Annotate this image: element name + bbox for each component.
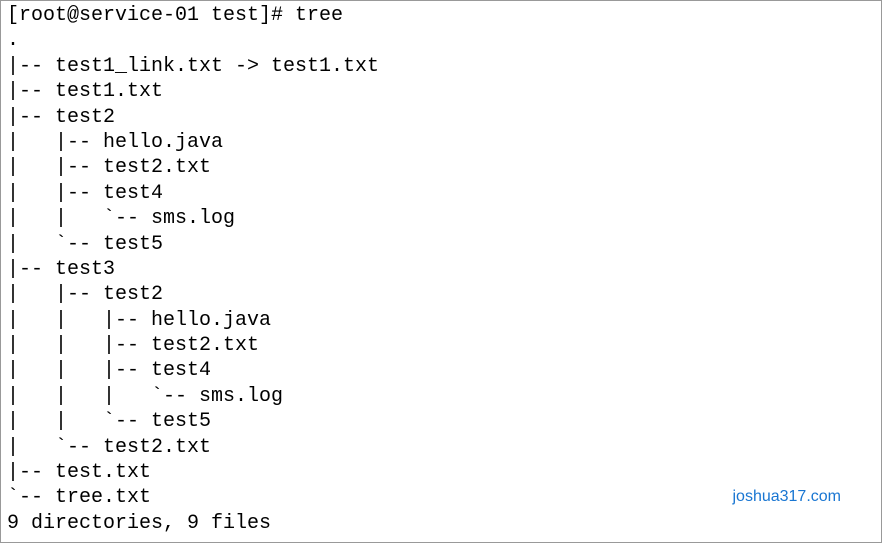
- tree-line: | | `-- test5: [7, 409, 875, 434]
- terminal-prompt: [root@service-01 test]# tree: [7, 3, 875, 28]
- watermark: joshua317.com: [732, 487, 841, 507]
- tree-line: |-- test2: [7, 105, 875, 130]
- tree-line: | `-- test5: [7, 232, 875, 257]
- tree-line: | | `-- sms.log: [7, 206, 875, 231]
- tree-line: | `-- test2.txt: [7, 435, 875, 460]
- tree-output: .|-- test1_link.txt -> test1.txt|-- test…: [7, 28, 875, 536]
- tree-line: | |-- hello.java: [7, 130, 875, 155]
- tree-line: | | | `-- sms.log: [7, 384, 875, 409]
- tree-line: | |-- test2.txt: [7, 155, 875, 180]
- tree-line: |-- test1_link.txt -> test1.txt: [7, 54, 875, 79]
- tree-line: | | |-- test2.txt: [7, 333, 875, 358]
- tree-line: |-- test1.txt: [7, 79, 875, 104]
- tree-line: | | |-- hello.java: [7, 308, 875, 333]
- tree-line: 9 directories, 9 files: [7, 511, 875, 536]
- tree-line: .: [7, 28, 875, 53]
- tree-line: | |-- test2: [7, 282, 875, 307]
- tree-line: | | |-- test4: [7, 358, 875, 383]
- tree-line: | |-- test4: [7, 181, 875, 206]
- tree-line: |-- test.txt: [7, 460, 875, 485]
- tree-line: |-- test3: [7, 257, 875, 282]
